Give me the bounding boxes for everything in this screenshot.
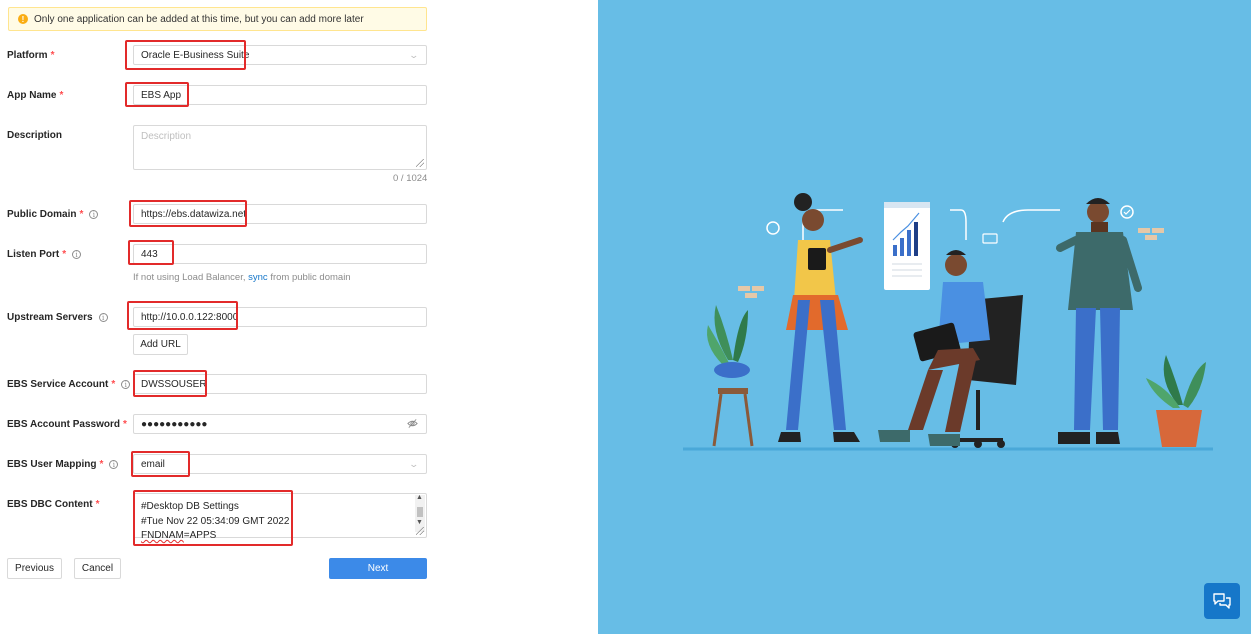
app-name-label: App Name * [7, 90, 64, 101]
description-label: Description [7, 130, 63, 141]
chat-bubble-icon [982, 233, 998, 244]
platform-select[interactable]: Oracle E-Business Suite ⌄ [133, 45, 427, 65]
gear-icon [766, 221, 780, 235]
ebs-dbc-content-textarea[interactable]: #Desktop DB Settings #Tue Nov 22 05:34:0… [133, 493, 427, 541]
next-button[interactable]: Next [329, 558, 427, 579]
ebs-account-password-input[interactable]: ●●●●●●●●●●● [133, 414, 427, 434]
scrollbar-thumb[interactable] [417, 507, 423, 517]
upstream-servers-label: Upstream Servers i [7, 312, 108, 323]
chat-icon [1213, 593, 1231, 609]
scroll-down-icon[interactable]: ▼ [416, 519, 423, 526]
platform-label: Platform * [7, 50, 55, 61]
description-textarea[interactable]: Description [133, 125, 427, 170]
listen-port-hint: If not using Load Balancer, sync from pu… [133, 272, 351, 283]
resize-handle-icon[interactable] [416, 159, 424, 167]
ebs-account-password-label: EBS Account Password*i [7, 419, 142, 430]
public-domain-input[interactable]: https://ebs.datawiza.net [133, 204, 427, 224]
info-icon[interactable]: i [89, 210, 99, 219]
description-counter: 0 / 1024 [393, 173, 428, 184]
info-icon[interactable]: i [109, 460, 119, 469]
ebs-service-account-label: EBS Service Account * i [7, 379, 131, 390]
info-alert: ! Only one application can be added at t… [8, 7, 427, 31]
exclamation-icon: ! [18, 14, 28, 24]
ebs-dbc-content-label: EBS DBC Content * [7, 499, 100, 510]
eye-invisible-icon[interactable] [407, 418, 418, 432]
listen-port-input[interactable]: 443 [133, 244, 427, 264]
public-domain-label: Public Domain * i [7, 209, 99, 220]
cancel-button[interactable]: Cancel [74, 558, 121, 579]
app-name-input[interactable]: EBS App [133, 85, 427, 105]
resize-handle-icon[interactable] [416, 527, 424, 535]
ebs-user-mapping-label: EBS User Mapping * i [7, 459, 119, 470]
team-illustration [683, 193, 1213, 451]
check-icon [1120, 205, 1134, 219]
scroll-up-icon[interactable]: ▲ [416, 494, 423, 501]
info-icon[interactable]: i [121, 380, 131, 389]
ebs-user-mapping-select[interactable]: email ⌄ [133, 454, 427, 474]
chat-support-button[interactable] [1204, 583, 1240, 619]
ebs-service-account-input[interactable]: DWSSOUSER [133, 374, 427, 394]
form-panel: ! Only one application can be added at t… [0, 0, 598, 638]
info-icon[interactable]: i [98, 313, 108, 322]
chevron-down-icon: ⌄ [408, 50, 420, 60]
previous-button[interactable]: Previous [7, 558, 62, 579]
add-url-button[interactable]: Add URL [133, 334, 188, 355]
upstream-server-input[interactable]: http://10.0.0.122:8000 [133, 307, 427, 327]
illustration-panel [598, 0, 1251, 634]
info-icon[interactable]: i [72, 250, 82, 259]
sync-link[interactable]: sync [248, 272, 268, 283]
listen-port-label: Listen Port * i [7, 249, 82, 260]
alert-text: Only one application can be added at thi… [34, 13, 364, 25]
chevron-down-icon: ⌄ [408, 459, 420, 469]
